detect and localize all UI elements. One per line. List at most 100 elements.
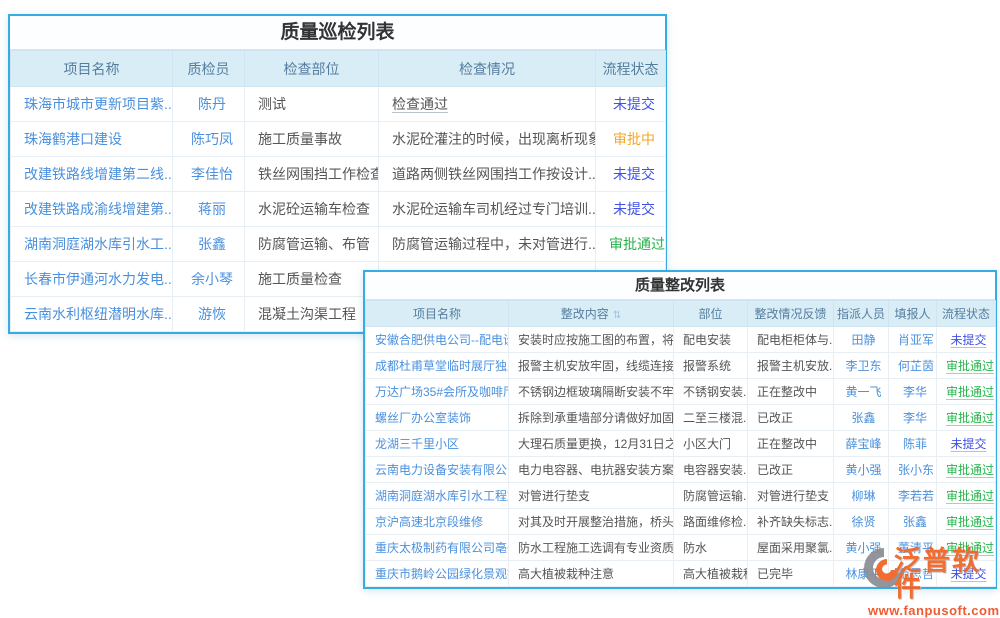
inspection-title: 质量巡检列表 — [10, 16, 665, 50]
table-row: 改建铁路线增建第二线...李佳怡铁丝网围挡工作检查道路两侧铁丝网围挡工作按设计.… — [11, 157, 666, 192]
inspector-name[interactable]: 陈丹 — [173, 87, 245, 122]
project-link[interactable]: 云南水利枢纽潜明水库... — [11, 297, 173, 332]
assignee-name[interactable]: 柳琳 — [834, 483, 889, 509]
feedback-cell: 屋面采用聚氯... — [748, 535, 834, 561]
assignee-name[interactable]: 张鑫 — [834, 405, 889, 431]
project-link[interactable]: 改建铁路成渝线增建第... — [11, 192, 173, 227]
reporter-name[interactable]: 李华 — [889, 379, 937, 405]
reporter-name[interactable]: 范思哲 — [889, 561, 937, 587]
content-cell: 对其及时开展整治措施，桥头... — [509, 509, 674, 535]
status-badge[interactable]: 审批通过 — [937, 457, 996, 483]
feedback-cell: 补齐缺失标志... — [748, 509, 834, 535]
assignee-name[interactable]: 田静 — [834, 327, 889, 353]
status-badge[interactable]: 未提交 — [596, 192, 666, 227]
content-cell: 电力电容器、电抗器安装方案,... — [509, 457, 674, 483]
table-row: 云南电力设备安装有限公司20...电力电容器、电抗器安装方案,...电容器安装.… — [366, 457, 996, 483]
inspection-col-header: 检查部位 — [245, 51, 379, 87]
assignee-name[interactable]: 徐贤 — [834, 509, 889, 535]
content-cell: 高大植被栽种注意 — [509, 561, 674, 587]
inspection-header-row: 项目名称质检员检查部位检查情况流程状态 — [11, 51, 666, 87]
project-link[interactable]: 珠海市城市更新项目紫... — [11, 87, 173, 122]
part-cell: 不锈钢安装... — [674, 379, 748, 405]
project-link[interactable]: 重庆市鹅岭公园绿化景观提升... — [366, 561, 509, 587]
inspector-name[interactable]: 张鑫 — [173, 227, 245, 262]
project-link[interactable]: 成都杜甫草堂临时展厅独立展... — [366, 353, 509, 379]
feedback-cell: 正在整改中 — [748, 431, 834, 457]
project-link[interactable]: 安徽合肥供电公司--配电设备... — [366, 327, 509, 353]
part-cell: 测试 — [245, 87, 379, 122]
part-cell: 铁丝网围挡工作检查 — [245, 157, 379, 192]
status-badge[interactable]: 未提交 — [937, 327, 996, 353]
situation-cell: 水泥砼运输车司机经过专门培训... — [379, 192, 596, 227]
status-badge[interactable]: 未提交 — [937, 561, 996, 587]
table-row: 螺丝厂办公室装饰拆除到承重墙部分请做好加固...二至三楼混...已改正张鑫李华审… — [366, 405, 996, 431]
project-link[interactable]: 京沪高速北京段维修 — [366, 509, 509, 535]
inspector-name[interactable]: 游恢 — [173, 297, 245, 332]
reporter-name[interactable]: 何芷茵 — [889, 353, 937, 379]
inspection-col-header: 质检员 — [173, 51, 245, 87]
status-badge[interactable]: 未提交 — [596, 157, 666, 192]
project-link[interactable]: 龙湖三千里小区 — [366, 431, 509, 457]
feedback-cell: 已改正 — [748, 457, 834, 483]
sort-icon[interactable]: ⇅ — [613, 310, 621, 321]
part-cell: 防腐管运输... — [674, 483, 748, 509]
project-link[interactable]: 长春市伊通河水力发电... — [11, 262, 173, 297]
rectification-title: 质量整改列表 — [365, 272, 995, 300]
status-badge[interactable]: 审批通过 — [937, 405, 996, 431]
project-link[interactable]: 珠海鹤港口建设 — [11, 122, 173, 157]
inspection-col-header: 检查情况 — [379, 51, 596, 87]
inspection-col-header: 流程状态 — [596, 51, 666, 87]
reporter-name[interactable]: 肖亚军 — [889, 327, 937, 353]
assignee-name[interactable]: 黄小强 — [834, 535, 889, 561]
reporter-name[interactable]: 张鑫 — [889, 509, 937, 535]
project-link[interactable]: 湖南洞庭湖水库引水工... — [11, 227, 173, 262]
assignee-name[interactable]: 黄小强 — [834, 457, 889, 483]
part-cell: 路面维修检... — [674, 509, 748, 535]
project-link[interactable]: 螺丝厂办公室装饰 — [366, 405, 509, 431]
project-link[interactable]: 改建铁路线增建第二线... — [11, 157, 173, 192]
status-badge[interactable]: 未提交 — [937, 431, 996, 457]
status-badge[interactable]: 审批通过 — [596, 227, 666, 262]
watermark-url-text: www.fanpusoft.com — [868, 603, 1000, 618]
rectification-col-header: 指派人员 — [834, 301, 889, 327]
project-link[interactable]: 湖南洞庭湖水库引水工程施工标 — [366, 483, 509, 509]
rectification-col-header: 流程状态 — [937, 301, 996, 327]
feedback-cell: 对管进行垫支 — [748, 483, 834, 509]
assignee-name[interactable]: 黄一飞 — [834, 379, 889, 405]
table-row: 重庆市鹅岭公园绿化景观提升...高大植被栽种注意高大植被栽种已完毕林康平范思哲未… — [366, 561, 996, 587]
part-cell: 施工质量检查 — [245, 262, 379, 297]
table-row: 京沪高速北京段维修对其及时开展整治措施，桥头...路面维修检...补齐缺失标志.… — [366, 509, 996, 535]
reporter-name[interactable]: 陈菲 — [889, 431, 937, 457]
table-row: 成都杜甫草堂临时展厅独立展...报警主机安放牢固，线缆连接...报警系统报警主机… — [366, 353, 996, 379]
status-badge[interactable]: 审批通过 — [937, 535, 996, 561]
status-badge[interactable]: 审批通过 — [937, 483, 996, 509]
table-row: 万达广场35#会所及咖啡厅空...不锈钢边框玻璃隔断安装不牢...不锈钢安装..… — [366, 379, 996, 405]
status-badge[interactable]: 审批中 — [596, 122, 666, 157]
rectification-col-header[interactable]: 整改内容⇅ — [509, 301, 674, 327]
inspector-name[interactable]: 陈巧凤 — [173, 122, 245, 157]
table-row: 湖南洞庭湖水库引水工...张鑫防腐管运输、布管防腐管运输过程中，未对管进行...… — [11, 227, 666, 262]
status-badge[interactable]: 审批通过 — [937, 353, 996, 379]
table-row: 湖南洞庭湖水库引水工程施工标对管进行垫支防腐管运输...对管进行垫支柳琳李若若审… — [366, 483, 996, 509]
reporter-name[interactable]: 董清平 — [889, 535, 937, 561]
project-link[interactable]: 万达广场35#会所及咖啡厅空... — [366, 379, 509, 405]
reporter-name[interactable]: 李华 — [889, 405, 937, 431]
feedback-cell: 已改正 — [748, 405, 834, 431]
inspector-name[interactable]: 李佳怡 — [173, 157, 245, 192]
assignee-name[interactable]: 李卫东 — [834, 353, 889, 379]
inspector-name[interactable]: 余小琴 — [173, 262, 245, 297]
assignee-name[interactable]: 林康平 — [834, 561, 889, 587]
feedback-cell: 配电柜柜体与... — [748, 327, 834, 353]
inspector-name[interactable]: 蒋丽 — [173, 192, 245, 227]
reporter-name[interactable]: 张小东 — [889, 457, 937, 483]
project-link[interactable]: 重庆太极制药有限公司亳州中... — [366, 535, 509, 561]
rectification-col-header: 部位 — [674, 301, 748, 327]
project-link[interactable]: 云南电力设备安装有限公司20... — [366, 457, 509, 483]
part-cell: 电容器安装... — [674, 457, 748, 483]
status-badge[interactable]: 审批通过 — [937, 379, 996, 405]
reporter-name[interactable]: 李若若 — [889, 483, 937, 509]
assignee-name[interactable]: 薛宝峰 — [834, 431, 889, 457]
status-badge[interactable]: 未提交 — [596, 87, 666, 122]
table-row: 珠海鹤港口建设陈巧凤施工质量事故水泥砼灌注的时候，出现离析现象审批中 — [11, 122, 666, 157]
status-badge[interactable]: 审批通过 — [937, 509, 996, 535]
